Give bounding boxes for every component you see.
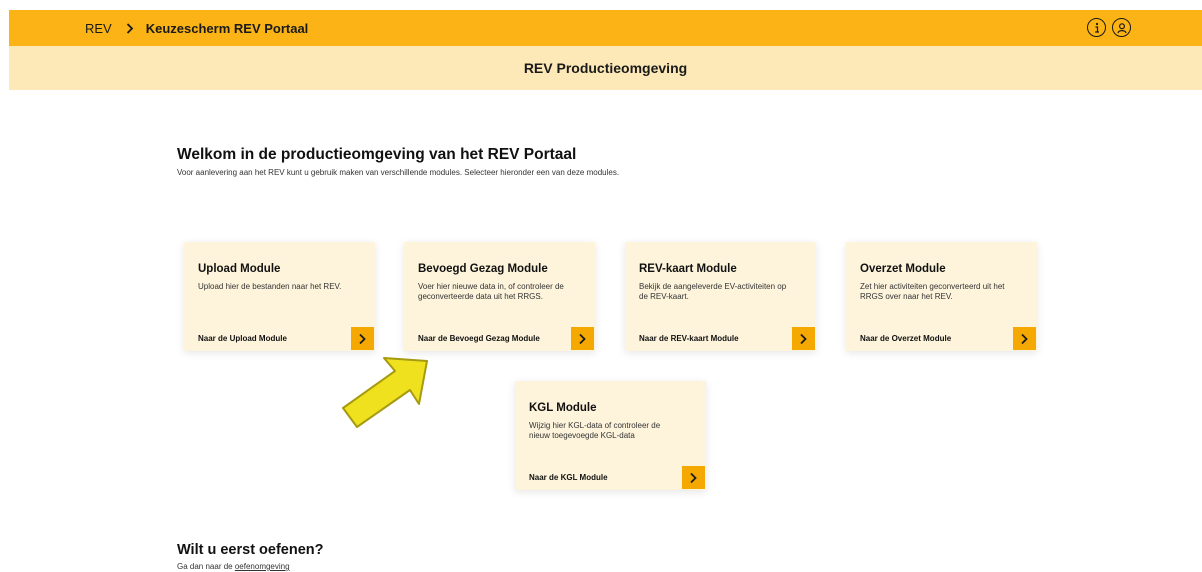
upload-module-arrow-button[interactable]: [351, 327, 374, 350]
environment-title: REV Productieomgeving: [523, 60, 688, 76]
module-card-rev-kaart: REV-kaart Module Bekijk de aangeleverde …: [625, 242, 816, 351]
module-title: Overzet Module: [860, 263, 946, 275]
info-icon[interactable]: [1087, 18, 1106, 37]
module-description: Upload hier de bestanden naar het REV.: [198, 282, 342, 291]
annotation-arrow-icon: [332, 352, 432, 439]
overzet-module-arrow-button[interactable]: [1013, 327, 1036, 350]
overzet-module-link[interactable]: Naar de Overzet Module: [860, 334, 951, 343]
breadcrumb-root-link[interactable]: REV: [85, 21, 112, 36]
practice-title: Wilt u eerst oefenen?: [177, 542, 324, 558]
page-subtitle: Voor aanlevering aan het REV kunt u gebr…: [177, 168, 620, 177]
module-description: Voer hier nieuwe data in, of controleer …: [418, 282, 564, 301]
top-bar: REV Keuzescherm REV Portaal: [9, 10, 1202, 46]
rev-kaart-module-arrow-button[interactable]: [792, 327, 815, 350]
module-card-bevoegd-gezag: Bevoegd Gezag Module Voer hier nieuwe da…: [404, 242, 595, 351]
module-description: Wijzig hier KGL-data of controleer de ni…: [529, 421, 661, 440]
module-description: Bekijk de aangeleverde EV-activiteiten o…: [639, 282, 787, 301]
practice-environment-link[interactable]: oefenomgeving: [235, 562, 290, 571]
environment-bar: REV Productieomgeving: [9, 46, 1202, 90]
module-description: Zet hier activiteiten geconverteerd uit …: [860, 282, 1005, 301]
module-title: Bevoegd Gezag Module: [418, 263, 548, 275]
practice-prefix: Ga dan naar de: [177, 562, 233, 571]
breadcrumb-current: Keuzescherm REV Portaal: [145, 20, 309, 36]
breadcrumb: REV Keuzescherm REV Portaal: [85, 10, 308, 46]
rev-kaart-module-link[interactable]: Naar de REV-kaart Module: [639, 334, 739, 343]
page-title: Welkom in de productieomgeving van het R…: [177, 146, 577, 163]
bevoegd-gezag-module-link[interactable]: Naar de Bevoegd Gezag Module: [418, 334, 540, 343]
kgl-module-link[interactable]: Naar de KGL Module: [529, 473, 608, 482]
module-card-overzet: Overzet Module Zet hier activiteiten gec…: [846, 242, 1037, 351]
header-icons: [1087, 18, 1131, 37]
upload-module-link[interactable]: Naar de Upload Module: [198, 334, 287, 343]
bevoegd-gezag-module-arrow-button[interactable]: [571, 327, 594, 350]
module-card-upload: Upload Module Upload hier de bestanden n…: [184, 242, 375, 351]
practice-subtitle: Ga dan naar de oefenomgeving: [177, 562, 290, 571]
module-title: REV-kaart Module: [639, 263, 737, 275]
kgl-module-arrow-button[interactable]: [682, 466, 705, 489]
module-title: Upload Module: [198, 263, 281, 275]
module-card-kgl: KGL Module Wijzig hier KGL-data of contr…: [515, 381, 706, 490]
user-icon[interactable]: [1112, 18, 1131, 37]
module-title: KGL Module: [529, 402, 597, 414]
chevron-right-icon: [126, 22, 134, 34]
